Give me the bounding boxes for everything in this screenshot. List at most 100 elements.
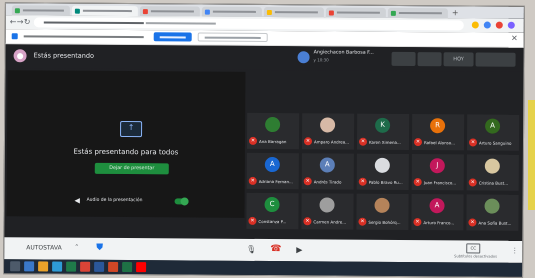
extension-icon[interactable] (495, 21, 503, 29)
browser-tab[interactable] (11, 5, 70, 16)
avatar: J (429, 158, 445, 174)
pin-button[interactable] (417, 52, 442, 67)
participant-name: Constanza P... (258, 218, 287, 225)
browser-tab[interactable] (325, 7, 386, 18)
participant-name: Amparo Andrea... (313, 139, 350, 145)
reload-icon[interactable]: ↻ (24, 17, 31, 27)
presenting-avatar: ● (13, 49, 27, 63)
mic-off-icon: ✕ (303, 217, 312, 226)
mic-off-icon: ✕ (468, 178, 477, 187)
stop-presenting-button[interactable]: Dejar de presentar (94, 162, 169, 175)
avatar: C (264, 197, 280, 213)
mic-off-icon: ✕ (413, 218, 422, 227)
chevron-up-icon[interactable]: ⌃ (74, 244, 79, 251)
participant-tile[interactable]: A ✕ Arturo Franco... (411, 194, 464, 231)
participant-tile[interactable]: ✕ Carmen Andre... (301, 193, 354, 230)
participant-name: Andrés Tirado (313, 179, 342, 185)
present-screen-icon: ↑ (120, 120, 143, 138)
date-button[interactable]: HOY (443, 52, 474, 67)
chrome-icon[interactable] (80, 261, 91, 272)
youtube-icon[interactable] (136, 262, 147, 273)
more-options-icon[interactable]: ⋮ (511, 247, 518, 255)
mic-off-icon: ✕ (358, 217, 367, 226)
back-icon[interactable]: ← (10, 17, 17, 27)
browser-tab[interactable] (387, 7, 448, 19)
pinned-subtitle: y 10:30 (313, 57, 329, 63)
word-icon[interactable] (94, 261, 105, 272)
meet-header: ● Estás presentando Angiechacon Barbosa … (5, 44, 524, 72)
avatar: A (429, 198, 445, 214)
meeting-details-label[interactable]: AUTOSTAVA (26, 244, 61, 251)
profile-avatar[interactable] (507, 21, 515, 29)
mic-off-icon: ✕ (413, 178, 422, 187)
mic-off-icon: ✕ (358, 137, 368, 146)
close-icon[interactable]: ✕ (511, 34, 518, 43)
participant-name: Rafael Alonso... (423, 140, 455, 146)
forward-icon[interactable]: → (17, 17, 24, 27)
new-tab-icon[interactable]: + (452, 8, 459, 17)
participant-tile[interactable]: A ✕ Arturo Sanguino (466, 114, 520, 151)
audio-label: Audio de la presentación (86, 197, 143, 204)
self-view-tile[interactable] (475, 52, 516, 67)
participant-tile[interactable]: K ✕ Karen Ximena... (356, 113, 410, 151)
avatar: A (485, 118, 501, 134)
avatar (297, 51, 310, 64)
pinned-participant[interactable]: Angiechacon Barbosa F... y 10:30 (297, 50, 398, 67)
taskbar-app-icon[interactable] (66, 261, 77, 272)
notification-primary-button[interactable] (153, 32, 192, 42)
participant-tile[interactable]: ✕ Amparo Andrea... (301, 113, 355, 150)
participant-name: Juan Francisco... (423, 180, 457, 186)
info-icon (11, 33, 18, 40)
shield-icon[interactable]: ⛊ (96, 243, 106, 254)
mic-icon[interactable]: 🎙 (246, 244, 256, 255)
participant-tile[interactable]: C ✕ Constanza P... (246, 192, 299, 230)
participant-tile[interactable]: ✕ Ana Barragan (246, 112, 300, 150)
sticky-note (528, 100, 535, 210)
mic-off-icon: ✕ (358, 177, 367, 186)
participant-name: Cristina Bust... (478, 180, 509, 186)
participant-tile[interactable]: ✕ Sergio Bohórq... (356, 193, 409, 231)
browser-tab[interactable] (139, 6, 200, 17)
start-icon[interactable] (10, 261, 21, 272)
captions-label: Subtítulos desactivados (454, 254, 497, 259)
avatar (319, 197, 335, 213)
captions-icon[interactable]: CC (466, 243, 481, 254)
avatar: A (264, 157, 280, 173)
audio-toggle[interactable] (174, 197, 189, 206)
extension-icon[interactable] (471, 21, 479, 29)
taskbar-app-icon[interactable] (52, 261, 63, 272)
excel-icon[interactable] (122, 262, 133, 273)
avatar: A (319, 157, 335, 173)
notification-text (23, 35, 144, 39)
camera-icon[interactable]: ▶ (296, 244, 302, 255)
end-call-icon[interactable]: ☎ (270, 244, 281, 255)
participant-grid: ✕ Ana Barragan ✕ Amparo Andrea... K ✕ Karen Xi… (246, 112, 523, 237)
mic-off-icon: ✕ (248, 216, 257, 225)
notification-secondary-button[interactable] (197, 32, 268, 43)
participant-name: Karen Ximena... (368, 139, 401, 145)
address-bar[interactable] (33, 17, 464, 31)
extension-icon[interactable] (483, 21, 491, 29)
folder-icon[interactable] (38, 261, 49, 272)
mic-off-icon: ✕ (468, 138, 478, 147)
mic-off-icon: ✕ (303, 177, 312, 186)
browser-tab-meet[interactable] (71, 5, 138, 17)
presentation-panel: ↑ Estás presentando para todos Dejar de … (6, 70, 246, 218)
participant-tile[interactable]: R ✕ Rafael Alonso... (411, 114, 465, 151)
participant-tile[interactable]: J ✕ Juan Francisco... (411, 154, 464, 191)
monitor-screen: + ← → ↻ ✕ ● Estás presentando Angiechaco… (3, 2, 525, 278)
browser-tab[interactable] (263, 6, 324, 18)
browser-tab[interactable] (201, 6, 262, 17)
mic-off-icon: ✕ (468, 218, 477, 227)
avatar (484, 158, 500, 174)
taskbar-app-icon[interactable] (24, 261, 35, 272)
participant-tile[interactable]: ✕ Pablo Bravo Ru... (356, 153, 409, 191)
participant-tile[interactable]: ✕ Cristina Bust... (466, 154, 519, 191)
layout-button[interactable] (391, 51, 416, 67)
presentation-title: Estás presentando para todos (73, 147, 179, 157)
participant-tile[interactable]: ✕ Ana Sofía Bust... (466, 194, 519, 231)
powerpoint-icon[interactable] (108, 261, 119, 272)
participant-tile[interactable]: A ✕ Adriana Fernan... (246, 152, 299, 190)
avatar (484, 198, 500, 214)
participant-tile[interactable]: A ✕ Andrés Tirado (301, 153, 354, 190)
